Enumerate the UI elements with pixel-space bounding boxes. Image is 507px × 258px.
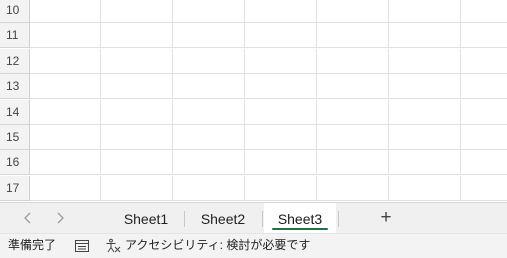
grid-cell[interactable] [173,150,245,176]
grid-cell[interactable] [389,125,461,150]
grid-cell[interactable] [30,0,101,23]
grid-cell[interactable] [173,23,245,49]
grid-row: 12 [0,48,507,74]
grid-cell[interactable] [461,125,507,150]
grid-cell[interactable] [461,23,507,48]
grid-row: 13 [0,74,507,100]
grid-cell[interactable] [101,99,173,125]
active-tab-indicator [272,228,328,230]
grid-cell[interactable] [101,74,173,100]
grid-cell[interactable] [30,150,101,176]
grid-cell[interactable] [173,74,245,100]
grid-cell[interactable] [30,74,101,100]
worksheet-grid[interactable]: 10 11 12 13 14 15 16 17 [0,0,507,202]
row-header[interactable]: 15 [0,125,30,150]
row-header[interactable]: 12 [0,48,30,74]
tab-divider [184,211,185,227]
row-header[interactable]: 16 [0,150,30,176]
grid-cell[interactable] [389,23,461,49]
grid-row: 14 [0,99,507,125]
grid-cell[interactable] [101,150,173,176]
grid-row: 17 [0,175,507,201]
grid-cell[interactable] [461,49,507,74]
grid-cell[interactable] [245,48,317,74]
sheet-tab-bar: Sheet1 Sheet2 Sheet3 + [0,202,507,234]
grid-cell[interactable] [461,0,507,23]
grid-cell[interactable] [389,150,461,176]
row-header[interactable]: 11 [0,23,30,49]
grid-cell[interactable] [461,150,507,175]
grid-cell[interactable] [245,23,317,49]
grid-cell[interactable] [389,175,461,201]
scroll-tabs-left-button[interactable] [17,203,39,234]
sheet-tab-label: Sheet3 [277,211,323,227]
grid-cell[interactable] [389,0,461,23]
grid-cell[interactable] [245,175,317,201]
grid-row: 10 [0,0,507,23]
add-sheet-button[interactable]: + [374,203,398,234]
grid-cell[interactable] [173,48,245,74]
grid-cell[interactable] [30,99,101,125]
grid-cell[interactable] [173,175,245,201]
grid-cell[interactable] [317,48,389,74]
grid-cell[interactable] [30,23,101,49]
accessibility-icon[interactable] [105,238,121,254]
sheet-tab-label: Sheet2 [200,211,246,227]
grid-cell[interactable] [389,99,461,125]
tab-divider [338,211,339,227]
grid-cell[interactable] [245,99,317,125]
grid-cell[interactable] [317,125,389,150]
grid-row: 16 [0,150,507,176]
page-layout-icon[interactable] [74,239,90,253]
row-header[interactable]: 14 [0,99,30,125]
status-ready-text: 準備完了 [8,238,57,252]
grid-cell[interactable] [101,175,173,201]
sheet-tab-label: Sheet1 [123,211,169,227]
grid-cell[interactable] [317,175,389,201]
grid-cell[interactable] [317,74,389,100]
row-header[interactable]: 17 [0,175,30,201]
tab-divider [262,211,263,227]
grid-cell[interactable] [101,125,173,150]
row-header[interactable]: 13 [0,74,30,100]
grid-cell[interactable] [317,23,389,49]
grid-cell[interactable] [245,150,317,176]
grid-cell[interactable] [461,100,507,125]
scroll-tabs-right-button[interactable] [49,203,71,234]
grid-cell[interactable] [30,125,101,150]
grid-cell[interactable] [245,125,317,150]
sheet-tab-sheet1[interactable]: Sheet1 [110,203,182,234]
chevron-right-icon [57,212,64,224]
sheet-tab-sheet2[interactable]: Sheet2 [186,203,260,234]
grid-row: 15 [0,125,507,150]
row-header[interactable]: 10 [0,0,30,23]
chevron-left-icon [24,212,31,224]
grid-cell[interactable] [173,125,245,150]
grid-cell[interactable] [101,48,173,74]
grid-cell[interactable] [317,150,389,176]
grid-cell[interactable] [461,176,507,201]
grid-cell[interactable] [461,74,507,99]
sheet-tab-sheet3[interactable]: Sheet3 [264,203,336,234]
grid-row: 11 [0,23,507,49]
accessibility-status-text[interactable]: アクセシビリティ: 検討が必要です [125,234,310,257]
grid-cell[interactable] [173,0,245,23]
grid-cell[interactable] [317,99,389,125]
grid-cell[interactable] [101,0,173,23]
grid-cell[interactable] [173,99,245,125]
grid-cell[interactable] [30,175,101,201]
grid-cell[interactable] [245,74,317,100]
grid-cell[interactable] [30,48,101,74]
grid-cell[interactable] [101,23,173,49]
grid-cell[interactable] [389,74,461,100]
grid-cell[interactable] [389,48,461,74]
grid-cell[interactable] [245,0,317,23]
status-bar: 準備完了 アクセシビリティ: 検討が必要です [0,233,507,258]
grid-cell[interactable] [317,0,389,23]
